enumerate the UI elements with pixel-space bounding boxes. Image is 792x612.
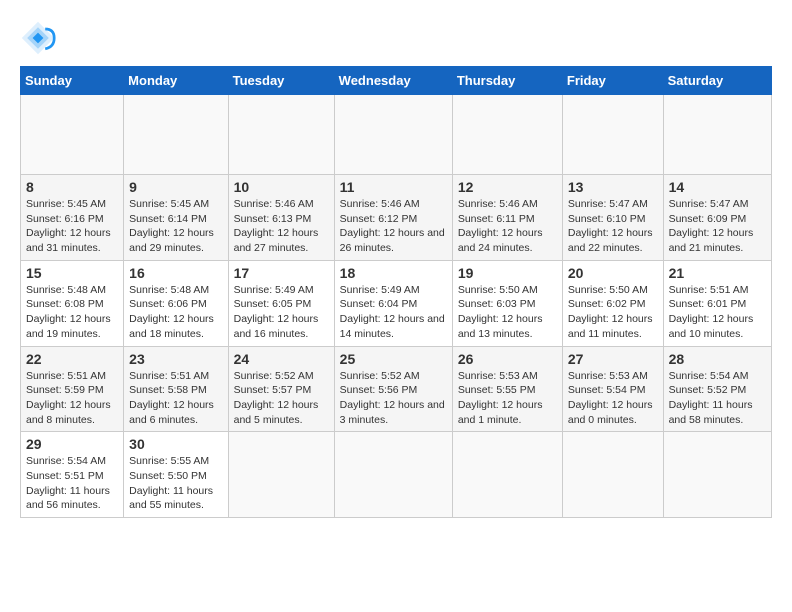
weekday-header: Wednesday <box>334 67 452 95</box>
day-number: 30 <box>129 436 222 452</box>
calendar-day-empty <box>334 432 452 518</box>
day-info: Sunrise: 5:48 AMSunset: 6:06 PMDaylight:… <box>129 283 222 342</box>
calendar-day: 24 Sunrise: 5:52 AMSunset: 5:57 PMDayligh… <box>228 346 334 432</box>
calendar-day: 14 Sunrise: 5:47 AMSunset: 6:09 PMDayligh… <box>663 175 771 261</box>
calendar-day: 29 Sunrise: 5:54 AMSunset: 5:51 PMDayligh… <box>21 432 124 518</box>
calendar-day: 13 Sunrise: 5:47 AMSunset: 6:10 PMDayligh… <box>562 175 663 261</box>
calendar-day: 25 Sunrise: 5:52 AMSunset: 5:56 PMDayligh… <box>334 346 452 432</box>
calendar-day: 27 Sunrise: 5:53 AMSunset: 5:54 PMDayligh… <box>562 346 663 432</box>
day-number: 13 <box>568 179 658 195</box>
calendar-day: 23 Sunrise: 5:51 AMSunset: 5:58 PMDayligh… <box>124 346 228 432</box>
day-info: Sunrise: 5:51 AMSunset: 5:59 PMDaylight:… <box>26 369 118 428</box>
calendar-day-empty <box>452 432 562 518</box>
calendar-day: 15 Sunrise: 5:48 AMSunset: 6:08 PMDayligh… <box>21 260 124 346</box>
weekday-header: Monday <box>124 67 228 95</box>
day-number: 28 <box>669 351 766 367</box>
calendar-week-row: 29 Sunrise: 5:54 AMSunset: 5:51 PMDayligh… <box>21 432 772 518</box>
calendar-header-row: SundayMondayTuesdayWednesdayThursdayFrid… <box>21 67 772 95</box>
day-info: Sunrise: 5:49 AMSunset: 6:05 PMDaylight:… <box>234 283 329 342</box>
day-info: Sunrise: 5:54 AMSunset: 5:51 PMDaylight:… <box>26 454 118 513</box>
day-number: 14 <box>669 179 766 195</box>
day-number: 21 <box>669 265 766 281</box>
weekday-header: Saturday <box>663 67 771 95</box>
calendar-day-empty <box>124 95 228 175</box>
day-info: Sunrise: 5:50 AMSunset: 6:02 PMDaylight:… <box>568 283 658 342</box>
day-number: 15 <box>26 265 118 281</box>
calendar-day: 11 Sunrise: 5:46 AMSunset: 6:12 PMDayligh… <box>334 175 452 261</box>
calendar-day: 17 Sunrise: 5:49 AMSunset: 6:05 PMDayligh… <box>228 260 334 346</box>
day-info: Sunrise: 5:52 AMSunset: 5:56 PMDaylight:… <box>340 369 447 428</box>
calendar-day-empty <box>334 95 452 175</box>
day-info: Sunrise: 5:53 AMSunset: 5:54 PMDaylight:… <box>568 369 658 428</box>
calendar-day-empty <box>452 95 562 175</box>
day-number: 25 <box>340 351 447 367</box>
calendar-day: 26 Sunrise: 5:53 AMSunset: 5:55 PMDayligh… <box>452 346 562 432</box>
calendar-day-empty <box>663 95 771 175</box>
calendar-week-row <box>21 95 772 175</box>
calendar-day: 21 Sunrise: 5:51 AMSunset: 6:01 PMDayligh… <box>663 260 771 346</box>
calendar-day-empty <box>663 432 771 518</box>
calendar-day-empty <box>228 95 334 175</box>
day-info: Sunrise: 5:51 AMSunset: 5:58 PMDaylight:… <box>129 369 222 428</box>
day-number: 22 <box>26 351 118 367</box>
day-number: 23 <box>129 351 222 367</box>
calendar-week-row: 15 Sunrise: 5:48 AMSunset: 6:08 PMDayligh… <box>21 260 772 346</box>
day-info: Sunrise: 5:49 AMSunset: 6:04 PMDaylight:… <box>340 283 447 342</box>
calendar-day: 20 Sunrise: 5:50 AMSunset: 6:02 PMDayligh… <box>562 260 663 346</box>
day-info: Sunrise: 5:47 AMSunset: 6:09 PMDaylight:… <box>669 197 766 256</box>
weekday-header: Tuesday <box>228 67 334 95</box>
calendar-day: 9 Sunrise: 5:45 AMSunset: 6:14 PMDaylight… <box>124 175 228 261</box>
calendar-day: 8 Sunrise: 5:45 AMSunset: 6:16 PMDaylight… <box>21 175 124 261</box>
logo-icon <box>20 20 56 56</box>
calendar-day: 18 Sunrise: 5:49 AMSunset: 6:04 PMDayligh… <box>334 260 452 346</box>
day-info: Sunrise: 5:50 AMSunset: 6:03 PMDaylight:… <box>458 283 557 342</box>
day-number: 17 <box>234 265 329 281</box>
day-number: 10 <box>234 179 329 195</box>
calendar-day: 12 Sunrise: 5:46 AMSunset: 6:11 PMDayligh… <box>452 175 562 261</box>
day-info: Sunrise: 5:51 AMSunset: 6:01 PMDaylight:… <box>669 283 766 342</box>
calendar-day: 22 Sunrise: 5:51 AMSunset: 5:59 PMDayligh… <box>21 346 124 432</box>
calendar-week-row: 8 Sunrise: 5:45 AMSunset: 6:16 PMDaylight… <box>21 175 772 261</box>
day-info: Sunrise: 5:48 AMSunset: 6:08 PMDaylight:… <box>26 283 118 342</box>
day-number: 18 <box>340 265 447 281</box>
calendar-day: 16 Sunrise: 5:48 AMSunset: 6:06 PMDayligh… <box>124 260 228 346</box>
day-info: Sunrise: 5:46 AMSunset: 6:11 PMDaylight:… <box>458 197 557 256</box>
day-info: Sunrise: 5:46 AMSunset: 6:12 PMDaylight:… <box>340 197 447 256</box>
calendar-week-row: 22 Sunrise: 5:51 AMSunset: 5:59 PMDayligh… <box>21 346 772 432</box>
logo <box>20 20 58 56</box>
day-number: 26 <box>458 351 557 367</box>
day-number: 11 <box>340 179 447 195</box>
day-number: 27 <box>568 351 658 367</box>
day-info: Sunrise: 5:45 AMSunset: 6:16 PMDaylight:… <box>26 197 118 256</box>
day-number: 8 <box>26 179 118 195</box>
day-info: Sunrise: 5:53 AMSunset: 5:55 PMDaylight:… <box>458 369 557 428</box>
weekday-header: Friday <box>562 67 663 95</box>
day-number: 24 <box>234 351 329 367</box>
day-number: 19 <box>458 265 557 281</box>
day-info: Sunrise: 5:54 AMSunset: 5:52 PMDaylight:… <box>669 369 766 428</box>
calendar-day: 19 Sunrise: 5:50 AMSunset: 6:03 PMDayligh… <box>452 260 562 346</box>
weekday-header: Sunday <box>21 67 124 95</box>
calendar-day-empty <box>21 95 124 175</box>
calendar-day-empty <box>228 432 334 518</box>
day-number: 12 <box>458 179 557 195</box>
page-header <box>20 20 772 56</box>
day-info: Sunrise: 5:45 AMSunset: 6:14 PMDaylight:… <box>129 197 222 256</box>
day-number: 9 <box>129 179 222 195</box>
day-info: Sunrise: 5:47 AMSunset: 6:10 PMDaylight:… <box>568 197 658 256</box>
calendar-day: 30 Sunrise: 5:55 AMSunset: 5:50 PMDayligh… <box>124 432 228 518</box>
calendar-day: 28 Sunrise: 5:54 AMSunset: 5:52 PMDayligh… <box>663 346 771 432</box>
weekday-header: Thursday <box>452 67 562 95</box>
day-number: 16 <box>129 265 222 281</box>
day-info: Sunrise: 5:46 AMSunset: 6:13 PMDaylight:… <box>234 197 329 256</box>
day-info: Sunrise: 5:55 AMSunset: 5:50 PMDaylight:… <box>129 454 222 513</box>
day-info: Sunrise: 5:52 AMSunset: 5:57 PMDaylight:… <box>234 369 329 428</box>
calendar-day: 10 Sunrise: 5:46 AMSunset: 6:13 PMDayligh… <box>228 175 334 261</box>
calendar-day-empty <box>562 432 663 518</box>
day-number: 20 <box>568 265 658 281</box>
calendar-table: SundayMondayTuesdayWednesdayThursdayFrid… <box>20 66 772 518</box>
day-number: 29 <box>26 436 118 452</box>
calendar-day-empty <box>562 95 663 175</box>
calendar-body: 8 Sunrise: 5:45 AMSunset: 6:16 PMDaylight… <box>21 95 772 518</box>
